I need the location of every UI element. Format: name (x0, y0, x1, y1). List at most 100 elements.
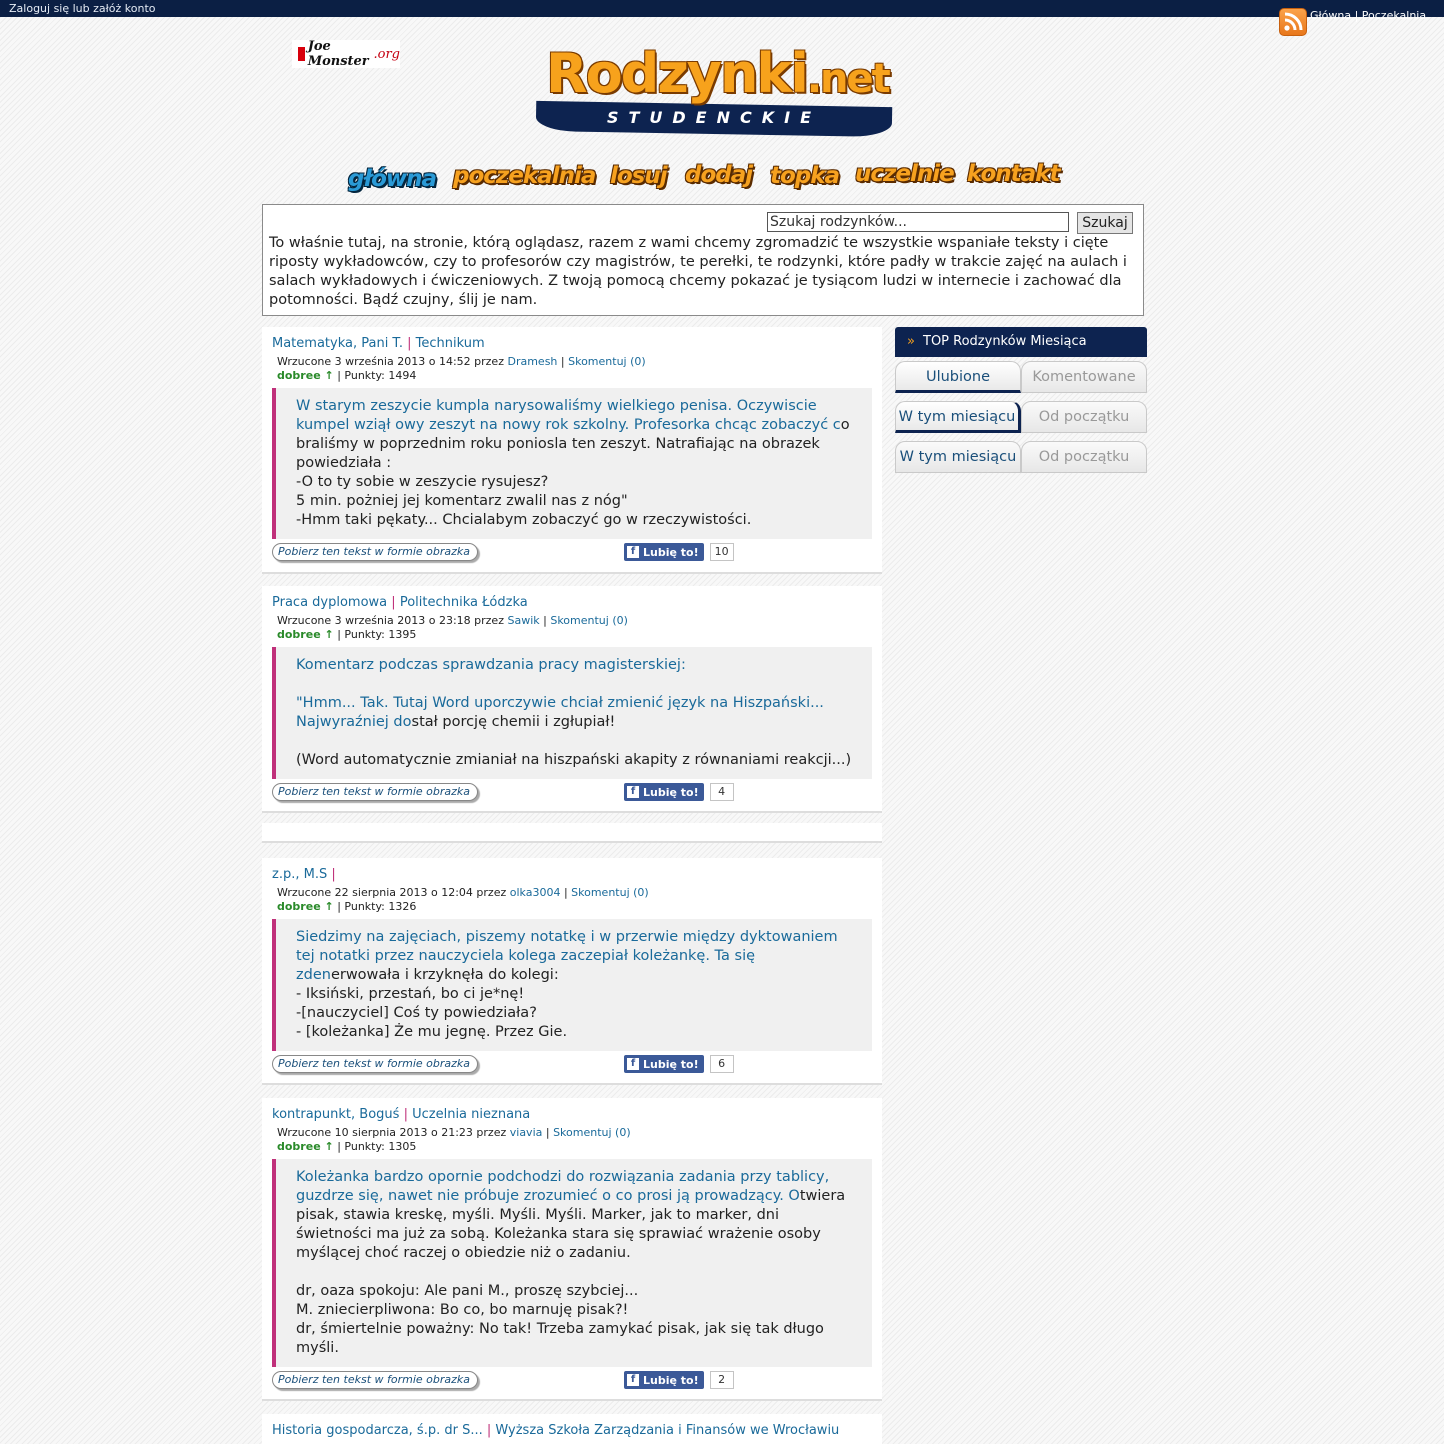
points-value: 1326 (388, 900, 417, 913)
category-link[interactable]: Praca dyplomowa (272, 595, 387, 610)
fb-like-button[interactable]: f Lubię to! (624, 543, 704, 561)
tab-from-start-2[interactable]: Od początku (1021, 441, 1147, 473)
post-footer: Pobierz ten tekst w formie obrazka f Lubi… (272, 1369, 872, 1395)
category-link[interactable]: Historia gospodarcza, ś.p. dr S... (272, 1423, 483, 1438)
tab-from-start[interactable]: Od początku (1021, 401, 1147, 433)
school-link[interactable]: Politechnika Łódzka (400, 595, 528, 610)
main-nav: główna poczekalnia losuj dodaj topka ucz… (345, 160, 1065, 200)
rss-icon[interactable] (1279, 8, 1307, 36)
separator (262, 823, 882, 843)
author-link[interactable]: Dramesh (507, 355, 557, 368)
download-image-button[interactable]: Pobierz ten tekst w formie obrazka (272, 543, 478, 561)
post-body: Komentarz podczas sprawdzania pracy magi… (272, 647, 872, 779)
login-link[interactable]: Zaloguj się lub załóż konto (9, 2, 156, 15)
facebook-icon: f (627, 546, 639, 558)
post-body: Siedzimy na zajęciach, piszemy notatkę i… (272, 919, 872, 1051)
top-bar[interactable]: Zaloguj się lub załóż konto (0, 0, 1444, 17)
search-input[interactable] (767, 212, 1069, 232)
tabs-period-2: W tym miesiącu Od początku (895, 441, 1147, 473)
sidebar: » TOP Rodzynków Miesiąca Ulubione Komento… (895, 327, 1147, 473)
school-link[interactable]: Uczelnia nieznana (412, 1107, 530, 1122)
post: kontrapunkt, Boguś | Uczelnia nieznana W… (262, 1098, 882, 1401)
author-link[interactable]: viavia (510, 1126, 543, 1139)
post: Praca dyplomowa | Politechnika Łódzka Wr… (262, 586, 882, 813)
facebook-icon: f (627, 1058, 639, 1070)
post-meta: Wrzucone 3 września 2013 o 23:18 przez S… (277, 614, 628, 641)
tab-komentowane[interactable]: Komentowane (1021, 361, 1147, 393)
post-body: W starym zeszycie kumpla narysowaliśmy w… (272, 388, 872, 539)
category-link[interactable]: z.p., M.S (272, 867, 327, 882)
like-count: 6 (709, 1055, 734, 1073)
comment-link[interactable]: Skomentuj (0) (571, 886, 649, 899)
intro-box: Szukaj To właśnie tutaj, na stronie, któ… (262, 204, 1144, 316)
tab-ulubione[interactable]: Ulubione (895, 361, 1021, 393)
joemonster-logo[interactable]: Joe Monster .org (292, 39, 401, 69)
tab-this-month-2[interactable]: W tym miesiącu (895, 441, 1021, 473)
nav-poczekalnia[interactable]: poczekalnia (453, 163, 596, 189)
fb-like-button[interactable]: f Lubię to! (624, 1055, 704, 1073)
search-form: Szukaj (767, 212, 1133, 234)
intro-text: To właśnie tutaj, na stronie, którą oglą… (269, 235, 1127, 308)
post-category: z.p., M.S | (272, 867, 336, 882)
school-link[interactable]: Technikum (416, 336, 485, 351)
fb-like[interactable]: f Lubię to! 10 (624, 543, 734, 561)
facebook-icon: f (627, 786, 639, 798)
top-links[interactable]: Główna | Poczekalnia (1310, 9, 1426, 22)
vote-good-button[interactable]: dobree ↑ (277, 900, 334, 913)
tab-this-month[interactable]: W tym miesiącu (895, 401, 1021, 433)
nav-glowna[interactable]: główna (348, 166, 437, 192)
post-footer: Pobierz ten tekst w formie obrazka f Lubi… (272, 1053, 872, 1079)
joemonster-mark (298, 47, 305, 61)
post: Historia gospodarcza, ś.p. dr S... | Wyż… (262, 1414, 882, 1444)
points-value: 1494 (388, 369, 417, 382)
points-value: 1395 (388, 628, 417, 641)
fb-like[interactable]: f Lubię to! 2 (624, 1371, 734, 1389)
post-footer: Pobierz ten tekst w formie obrazka f Lubi… (272, 781, 872, 807)
download-image-button[interactable]: Pobierz ten tekst w formie obrazka (272, 1371, 478, 1389)
fb-like-button[interactable]: f Lubię to! (624, 1371, 704, 1389)
author-link[interactable]: Sawik (507, 614, 539, 627)
vote-good-button[interactable]: dobree ↑ (277, 369, 334, 382)
nav-dodaj[interactable]: dodaj (685, 162, 753, 188)
post-meta: Wrzucone 22 sierpnia 2013 o 12:04 przez … (277, 886, 649, 913)
post-category: Historia gospodarcza, ś.p. dr S... | Wyż… (272, 1423, 840, 1438)
post-category: Praca dyplomowa | Politechnika Łódzka (272, 595, 528, 610)
post-footer: Pobierz ten tekst w formie obrazka f Lubi… (272, 541, 872, 567)
nav-uczelnie[interactable]: uczelnie (855, 161, 955, 187)
download-image-button[interactable]: Pobierz ten tekst w formie obrazka (272, 783, 478, 801)
comment-link[interactable]: Skomentuj (0) (553, 1126, 631, 1139)
post: Matematyka, Pani T. | Technikum Wrzucone… (262, 327, 882, 574)
post-body: Koleżanka bardzo opornie podchodzi do ro… (272, 1159, 872, 1367)
category-link[interactable]: Matematyka, Pani T. (272, 336, 403, 351)
nav-losuj[interactable]: losuj (610, 163, 668, 189)
post-category: kontrapunkt, Boguś | Uczelnia nieznana (272, 1107, 531, 1122)
arrows-icon: » (907, 334, 915, 349)
tabs-type: Ulubione Komentowane (895, 361, 1147, 393)
comment-link[interactable]: Skomentuj (0) (550, 614, 628, 627)
joemonster-name: Joe Monster (307, 39, 369, 69)
nav-kontakt[interactable]: kontakt (967, 161, 1060, 187)
fb-like[interactable]: f Lubię to! 6 (624, 1055, 734, 1073)
joemonster-suffix: .org (373, 46, 401, 62)
tabs-period: W tym miesiącu Od początku (895, 401, 1147, 433)
download-image-button[interactable]: Pobierz ten tekst w formie obrazka (272, 1055, 478, 1073)
like-count: 2 (709, 1371, 734, 1389)
like-count: 10 (709, 543, 734, 561)
school-link[interactable]: Wyższa Szkoła Zarządzania i Finansów we … (495, 1423, 839, 1438)
nav-topka[interactable]: topka (770, 163, 840, 189)
category-link[interactable]: kontrapunkt, Boguś (272, 1107, 399, 1122)
author-link[interactable]: olka3004 (510, 886, 561, 899)
search-button[interactable]: Szukaj (1077, 212, 1133, 234)
like-count: 4 (709, 783, 734, 801)
post-category: Matematyka, Pani T. | Technikum (272, 336, 485, 351)
vote-good-button[interactable]: dobree ↑ (277, 1140, 334, 1153)
fb-like-button[interactable]: f Lubię to! (624, 783, 704, 801)
sidebar-title: » TOP Rodzynków Miesiąca (895, 327, 1147, 357)
site-logo[interactable]: Rodzynki.net STUDENCKIE (535, 42, 893, 138)
comment-link[interactable]: Skomentuj (0) (568, 355, 646, 368)
points-value: 1305 (388, 1140, 417, 1153)
fb-like[interactable]: f Lubię to! 4 (624, 783, 734, 801)
post-meta: Wrzucone 3 września 2013 o 14:52 przez D… (277, 355, 646, 382)
vote-good-button[interactable]: dobree ↑ (277, 628, 334, 641)
post: z.p., M.S | Wrzucone 22 sierpnia 2013 o … (262, 858, 882, 1085)
